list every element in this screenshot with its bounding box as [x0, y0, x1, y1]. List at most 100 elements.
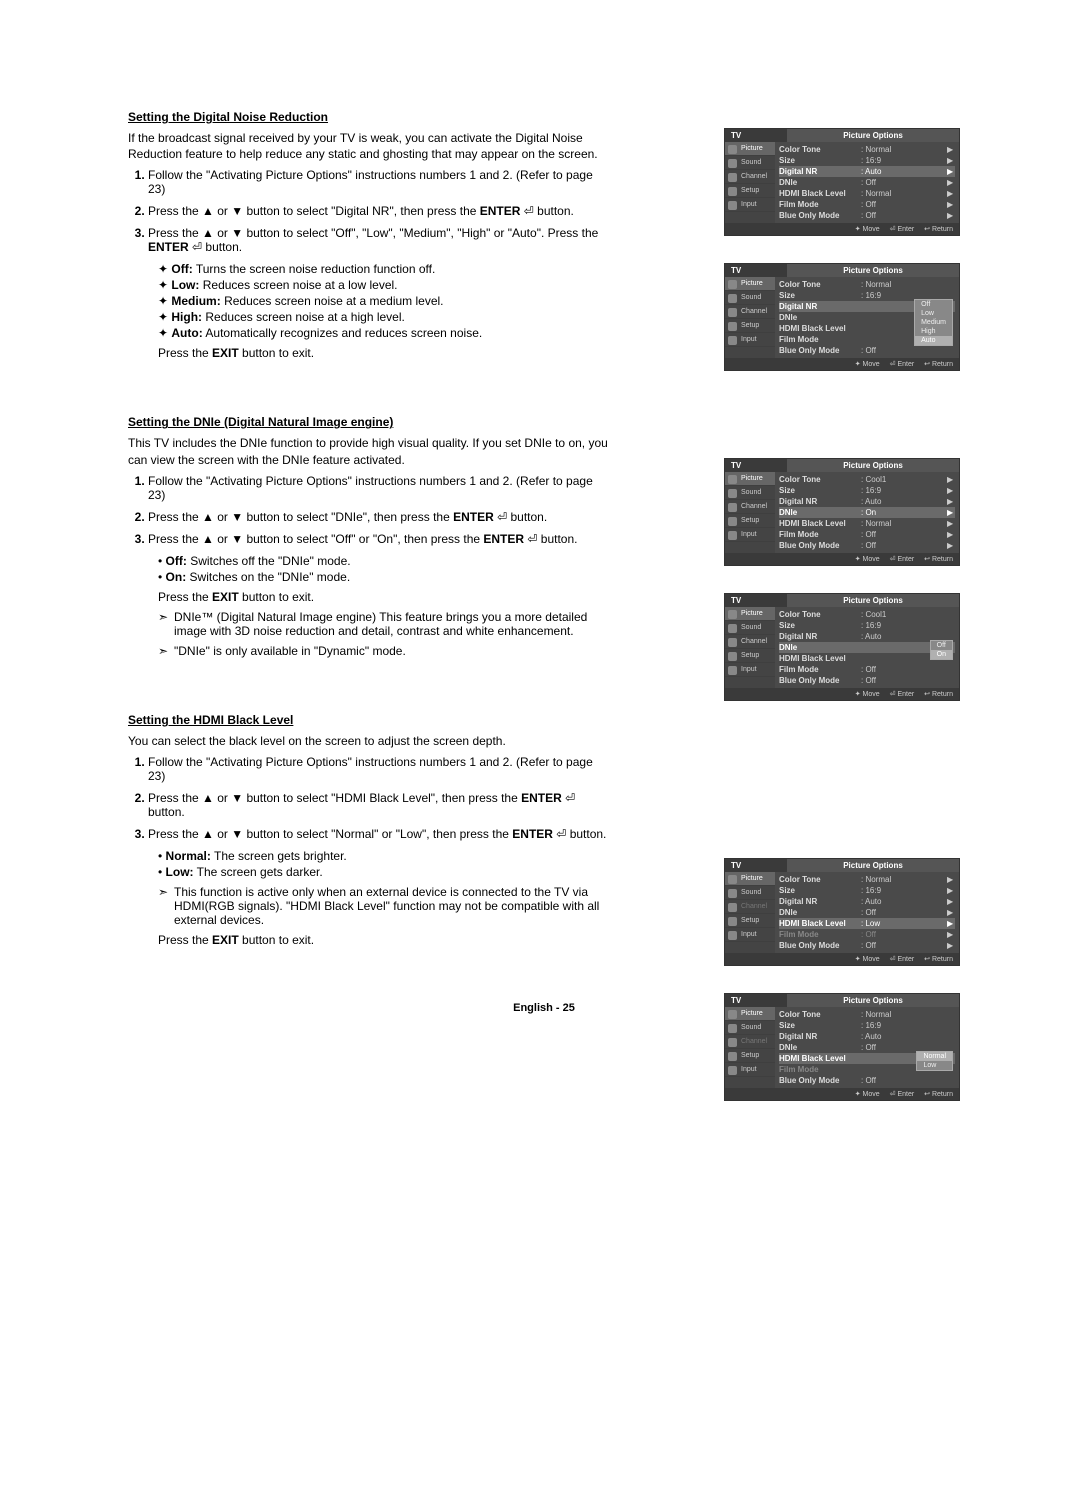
osd-row[interactable]: Film Mode: Off▶	[779, 529, 955, 540]
osd-row[interactable]: DNIe: Off▶	[779, 177, 955, 188]
osd-row[interactable]: Color Tone: Cool1	[779, 609, 955, 620]
osd-row[interactable]: HDMI Black Level: Normal▶	[779, 518, 955, 529]
osd-row[interactable]: Blue Only Mode: Off▶	[779, 540, 955, 551]
osd-row[interactable]: Film Mode: Off	[779, 664, 955, 675]
osd-side-item[interactable]: Sound	[725, 291, 775, 305]
osd-row[interactable]: Digital NR: Auto▶	[779, 166, 955, 177]
osd-dropdown-item[interactable]: Auto	[915, 336, 952, 345]
osd-row[interactable]: Digital NR: Auto	[779, 631, 955, 642]
osd-dropdown-item[interactable]: Normal	[917, 1052, 952, 1061]
osd-row[interactable]: Color Tone: Normal	[779, 1009, 955, 1020]
step-item: Press the ▲ or ▼ button to select "Digit…	[148, 204, 613, 218]
osd-footer: ✦ Move⏎ Enter↩ Return	[725, 688, 959, 700]
osd-side-item[interactable]: Channel	[725, 900, 775, 914]
osd-row-label: Digital NR	[779, 167, 861, 176]
osd-row-label: HDMI Black Level	[779, 324, 861, 333]
osd-row[interactable]: Blue Only Mode: Off▶	[779, 210, 955, 221]
osd-row-label: Blue Only Mode	[779, 541, 861, 550]
osd-side-icon	[728, 308, 737, 317]
osd-row[interactable]: HDMI Black Level: Normal▶	[779, 188, 955, 199]
osd-side-item[interactable]: Picture	[725, 472, 775, 486]
osd-side-item[interactable]: Input	[725, 1063, 775, 1077]
osd-row[interactable]: Size: 16:9▶	[779, 485, 955, 496]
osd-row[interactable]: Size: 16:9	[779, 620, 955, 631]
osd-side-item[interactable]: Sound	[725, 156, 775, 170]
osd-side-item[interactable]: Setup	[725, 319, 775, 333]
osd-row[interactable]: Digital NR: Auto▶	[779, 896, 955, 907]
bullet-term: Auto:	[171, 326, 202, 340]
osd-row[interactable]: Color Tone: Normal▶	[779, 874, 955, 885]
osd-side-item[interactable]: Setup	[725, 914, 775, 928]
osd-row[interactable]: Film Mode: Off▶	[779, 199, 955, 210]
osd-side-icon	[728, 931, 737, 940]
osd-row[interactable]: DNIe	[779, 642, 955, 653]
osd-row[interactable]: Size: 16:9	[779, 1020, 955, 1031]
osd-dropdown-item[interactable]: Low	[917, 1061, 952, 1070]
osd-side-item[interactable]: Setup	[725, 649, 775, 663]
osd-row[interactable]: DNIe: Off▶	[779, 907, 955, 918]
osd-row-value: : Off	[861, 1076, 947, 1085]
osd-row[interactable]: DNIe: On▶	[779, 507, 955, 518]
osd-side-item[interactable]: Channel	[725, 1035, 775, 1049]
note: ➣This function is active only when an ex…	[158, 885, 613, 927]
osd-side-item[interactable]: Picture	[725, 1007, 775, 1021]
osd-row[interactable]: Size: 16:9▶	[779, 885, 955, 896]
osd-row[interactable]: Blue Only Mode: Off	[779, 345, 955, 356]
osd-side-item[interactable]: Setup	[725, 514, 775, 528]
osd-row[interactable]: Digital NR: Auto▶	[779, 496, 955, 507]
osd-dropdown[interactable]: OffLowMediumHighAuto	[914, 299, 953, 346]
osd-row[interactable]: Color Tone: Normal	[779, 279, 955, 290]
osd-dropdown-item[interactable]: Off	[915, 300, 952, 309]
osd-row[interactable]: Blue Only Mode: Off	[779, 1075, 955, 1086]
osd-side-item[interactable]: Sound	[725, 486, 775, 500]
osd-side-item[interactable]: Setup	[725, 1049, 775, 1063]
osd-row[interactable]: Color Tone: Cool1▶	[779, 474, 955, 485]
osd-dropdown-item[interactable]: Low	[915, 309, 952, 318]
osd-row-value: : 16:9	[861, 621, 947, 630]
bullet-desc: Reduces screen noise at a medium level.	[221, 294, 444, 308]
osd-side-item[interactable]: Channel	[725, 170, 775, 184]
osd-side-item[interactable]: Channel	[725, 500, 775, 514]
osd-row-value: : Off	[861, 211, 947, 220]
osd-row[interactable]: Size: 16:9▶	[779, 155, 955, 166]
chevron-right-icon: ▶	[947, 200, 955, 209]
osd-row-value: : 16:9	[861, 486, 947, 495]
osd-row[interactable]: Blue Only Mode: Off▶	[779, 940, 955, 951]
osd-side-item[interactable]: Input	[725, 528, 775, 542]
osd-side-icon	[728, 917, 737, 926]
osd-side-item[interactable]: Input	[725, 663, 775, 677]
osd-dropdown-item[interactable]: Medium	[915, 318, 952, 327]
osd-side-item[interactable]: Input	[725, 198, 775, 212]
osd-side-item[interactable]: Picture	[725, 142, 775, 156]
osd-side-label: Sound	[741, 294, 761, 301]
osd-row[interactable]: HDMI Black Level	[779, 653, 955, 664]
osd-side-item[interactable]: Input	[725, 333, 775, 347]
osd-side-item[interactable]: Input	[725, 928, 775, 942]
step-item: Follow the "Activating Picture Options" …	[148, 168, 613, 196]
section-intro: This TV includes the DNIe function to pr…	[128, 435, 608, 467]
osd-side-item[interactable]: Sound	[725, 621, 775, 635]
osd-row[interactable]: HDMI Black Level: Low▶	[779, 918, 955, 929]
osd-side-item[interactable]: Channel	[725, 635, 775, 649]
osd-row-value: : Low	[861, 919, 947, 928]
osd-row[interactable]: Blue Only Mode: Off	[779, 675, 955, 686]
osd-side-item[interactable]: Picture	[725, 607, 775, 621]
osd-side-item[interactable]: Picture	[725, 872, 775, 886]
osd-dropdown-item[interactable]: High	[915, 327, 952, 336]
osd-side-item[interactable]: Channel	[725, 305, 775, 319]
osd-footer: ✦ Move⏎ Enter↩ Return	[725, 223, 959, 235]
osd-dropdown[interactable]: OffOn	[930, 640, 953, 660]
osd-row[interactable]: Digital NR: Auto	[779, 1031, 955, 1042]
osd-dropdown-item[interactable]: Off	[931, 641, 952, 650]
osd-row[interactable]: Film Mode: Off▶	[779, 929, 955, 940]
osd-side-icon	[728, 489, 737, 498]
note: ➣DNIe™ (Digital Natural Image engine) Th…	[158, 610, 613, 638]
osd-row[interactable]: Color Tone: Normal▶	[779, 144, 955, 155]
osd-dropdown-item[interactable]: On	[931, 650, 952, 659]
osd-side-item[interactable]: Setup	[725, 184, 775, 198]
osd-side-item[interactable]: Sound	[725, 886, 775, 900]
osd-side-item[interactable]: Picture	[725, 277, 775, 291]
osd-side-icon	[728, 875, 737, 884]
osd-dropdown[interactable]: NormalLow	[916, 1051, 953, 1071]
osd-side-item[interactable]: Sound	[725, 1021, 775, 1035]
